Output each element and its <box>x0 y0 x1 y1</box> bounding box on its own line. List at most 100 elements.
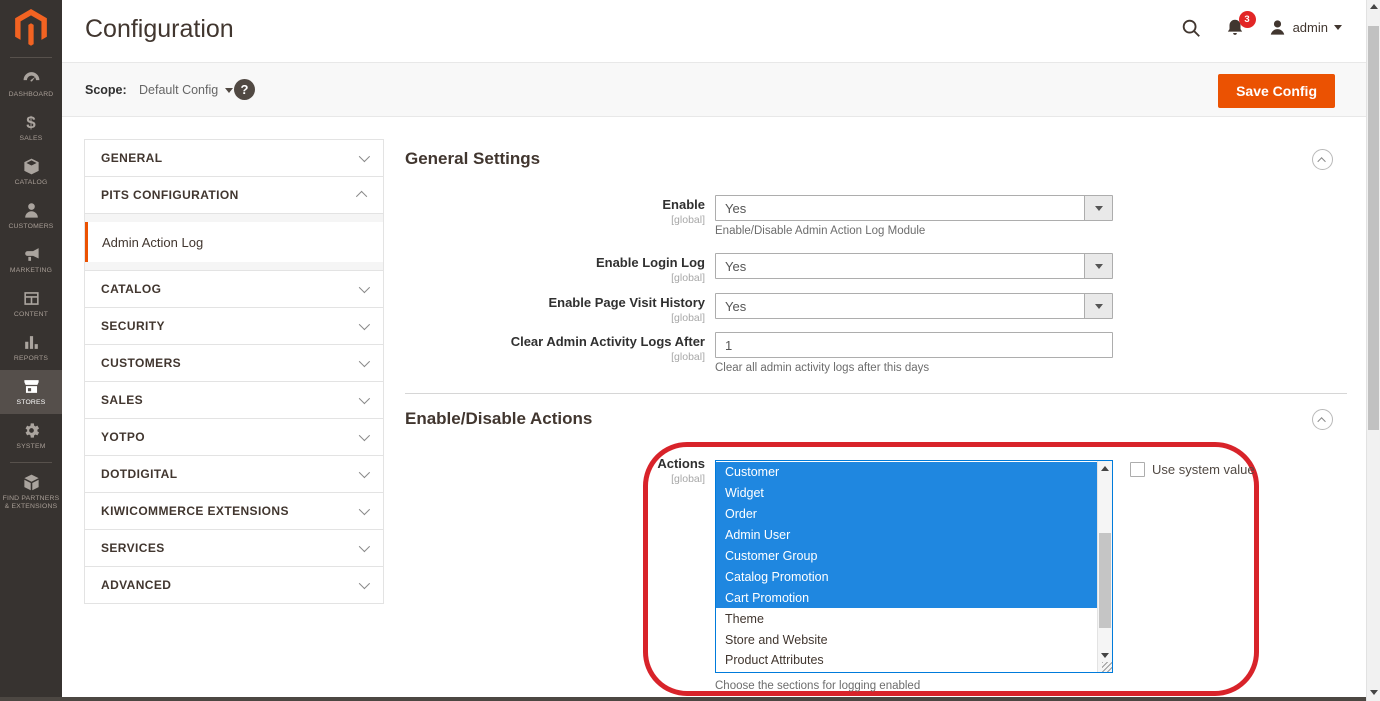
system-gear-icon <box>21 421 41 441</box>
option-store-and-website[interactable]: Store and Website <box>716 629 1097 650</box>
chevron-down-icon <box>1334 25 1342 30</box>
section-divider <box>405 393 1347 394</box>
actions-multiselect[interactable]: Customer Widget Order Admin User Custome… <box>715 460 1113 673</box>
sidebar-item-system[interactable]: SYSTEM <box>0 414 62 458</box>
scroll-up-arrow[interactable] <box>1098 461 1112 475</box>
option-customer-group[interactable]: Customer Group <box>716 546 1097 567</box>
multiselect-scrollbar[interactable] <box>1097 461 1112 672</box>
chevron-down-icon <box>359 282 370 293</box>
nav-section-label: SALES <box>101 393 143 407</box>
field-label-text: Actions <box>405 457 705 472</box>
sidebar-item-label: REPORTS <box>14 355 48 363</box>
sidebar-item-customers[interactable]: CUSTOMERS <box>0 194 62 238</box>
option-admin-user[interactable]: Admin User <box>716 525 1097 546</box>
magento-logo[interactable] <box>0 0 62 55</box>
nav-section-label: YOTPO <box>101 430 145 444</box>
chevron-down-icon <box>225 88 233 93</box>
field-label-text: Enable <box>405 198 705 213</box>
nav-subitem-admin-action-log[interactable]: Admin Action Log <box>85 222 383 262</box>
option-cart-promotion[interactable]: Cart Promotion <box>716 587 1097 608</box>
actions-field-note: Choose the sections for logging enabled <box>715 680 920 692</box>
sidebar-item-catalog[interactable]: CATALOG <box>0 150 62 194</box>
chevron-down-icon <box>359 504 370 515</box>
sidebar-item-label: SALES <box>20 135 43 143</box>
sidebar-item-find-partners[interactable]: FIND PARTNERS & EXTENSIONS <box>0 467 62 517</box>
enable-page-visit-history-select[interactable]: Yes <box>715 293 1113 319</box>
resize-grip[interactable] <box>1102 662 1112 672</box>
nav-section-advanced[interactable]: ADVANCED <box>84 566 384 604</box>
save-config-button[interactable]: Save Config <box>1218 74 1335 108</box>
scope-bar: Scope: Default Config ? Save Config <box>62 62 1366 117</box>
select-arrow-icon <box>1084 196 1112 220</box>
nav-section-label: SECURITY <box>101 319 165 333</box>
window-bottom-edge <box>0 697 1366 701</box>
scrollbar-thumb[interactable] <box>1099 533 1111 628</box>
notification-count-badge: 3 <box>1239 11 1256 28</box>
scroll-up-arrow[interactable] <box>1370 4 1378 9</box>
nav-section-sales[interactable]: SALES <box>84 381 384 419</box>
config-nav: GENERAL PITS CONFIGURATION Admin Action … <box>84 139 384 604</box>
select-value: Yes <box>725 299 746 314</box>
scope-value: Default Config <box>139 83 218 97</box>
use-system-value-checkbox[interactable] <box>1130 462 1145 477</box>
scope-switcher[interactable]: Default Config <box>139 83 233 97</box>
nav-section-label: GENERAL <box>101 151 162 165</box>
chevron-down-icon <box>359 393 370 404</box>
field-label-text: Enable Login Log <box>405 256 705 271</box>
sidebar-item-label: CONTENT <box>14 311 48 319</box>
search-icon[interactable] <box>1180 17 1202 39</box>
option-widget[interactable]: Widget <box>716 483 1097 504</box>
magento-admin-configuration-page: DASHBOARD $ SALES CATALOG CUSTOMERS MARK… <box>0 0 1380 701</box>
admin-account-menu[interactable]: admin <box>1268 18 1342 37</box>
nav-section-label: CATALOG <box>101 282 161 296</box>
page-scrollbar[interactable] <box>1366 0 1380 701</box>
collapse-actions-section-button[interactable] <box>1312 409 1333 430</box>
nav-section-security[interactable]: SECURITY <box>84 307 384 345</box>
nav-section-catalog[interactable]: CATALOG <box>84 270 384 308</box>
option-theme[interactable]: Theme <box>716 608 1097 629</box>
enable-login-log-select[interactable]: Yes <box>715 253 1113 279</box>
nav-section-services[interactable]: SERVICES <box>84 529 384 567</box>
field-label: Enable Page Visit History [global] <box>405 296 705 324</box>
user-avatar-icon <box>1268 18 1287 37</box>
nav-section-dotdigital[interactable]: DOTDIGITAL <box>84 455 384 493</box>
field-label: Clear Admin Activity Logs After [global] <box>405 335 705 363</box>
field-note: Enable/Disable Admin Action Log Module <box>715 225 1113 237</box>
enable-select[interactable]: Yes <box>715 195 1113 221</box>
chevron-down-icon <box>359 430 370 441</box>
option-product-attributes[interactable]: Product Attributes <box>716 650 1097 671</box>
sidebar-divider <box>10 57 52 58</box>
nav-section-label: SERVICES <box>101 541 165 555</box>
nav-section-general[interactable]: GENERAL <box>84 139 384 177</box>
option-catalog-promotion[interactable]: Catalog Promotion <box>716 566 1097 587</box>
notifications-bell-icon[interactable]: 3 <box>1224 17 1246 39</box>
content-icon <box>21 289 41 309</box>
scrollbar-thumb[interactable] <box>1368 26 1379 430</box>
chevron-up-icon <box>1317 157 1325 165</box>
chevron-down-icon <box>359 356 370 367</box>
scroll-down-arrow[interactable] <box>1370 690 1378 695</box>
nav-section-label: PITS CONFIGURATION <box>101 188 239 202</box>
sidebar-item-dashboard[interactable]: DASHBOARD <box>0 62 62 106</box>
nav-section-pits-configuration[interactable]: PITS CONFIGURATION <box>84 176 384 214</box>
nav-section-customers[interactable]: CUSTOMERS <box>84 344 384 382</box>
option-order[interactable]: Order <box>716 504 1097 525</box>
scroll-down-arrow[interactable] <box>1098 648 1112 662</box>
admin-sidebar: DASHBOARD $ SALES CATALOG CUSTOMERS MARK… <box>0 0 62 701</box>
scope-help-icon[interactable]: ? <box>234 79 255 100</box>
sidebar-item-stores[interactable]: STORES <box>0 370 62 414</box>
nav-section-kiwicommerce-extensions[interactable]: KIWICOMMERCE EXTENSIONS <box>84 492 384 530</box>
sidebar-item-reports[interactable]: REPORTS <box>0 326 62 370</box>
sidebar-item-sales[interactable]: $ SALES <box>0 106 62 150</box>
sidebar-item-content[interactable]: CONTENT <box>0 282 62 326</box>
clear-logs-after-input[interactable] <box>715 332 1113 358</box>
sales-icon: $ <box>21 113 41 133</box>
reports-icon <box>21 333 41 353</box>
option-customer[interactable]: Customer <box>716 462 1097 483</box>
use-system-value: Use system value <box>1130 462 1255 477</box>
nav-subsection-list: Admin Action Log <box>84 213 384 271</box>
nav-section-yotpo[interactable]: YOTPO <box>84 418 384 456</box>
collapse-general-settings-button[interactable] <box>1312 149 1333 170</box>
sidebar-item-marketing[interactable]: MARKETING <box>0 238 62 282</box>
field-scope-text: [global] <box>405 214 705 226</box>
